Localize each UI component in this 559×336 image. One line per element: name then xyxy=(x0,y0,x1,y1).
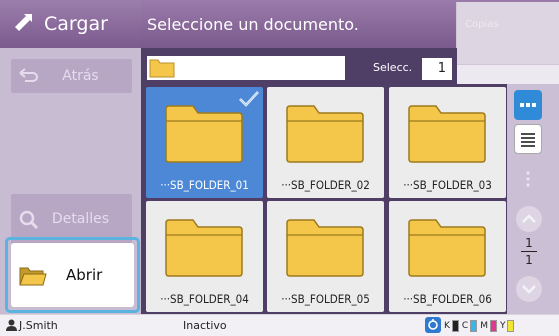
sidebar-title: Cargar xyxy=(44,13,108,35)
sidebar-header: Cargar xyxy=(0,0,141,48)
main-header: Seleccione un documento. Copias xyxy=(141,0,559,65)
folder-name: ···SB_FOLDER_05 xyxy=(281,292,370,306)
ink-m-label: M xyxy=(480,321,488,331)
user-icon xyxy=(6,319,17,334)
folder-icon xyxy=(149,58,175,82)
ink-k-label: K xyxy=(444,321,450,331)
folder-name: ···SB_FOLDER_02 xyxy=(281,178,370,192)
folder-name: ···SB_FOLDER_06 xyxy=(403,292,492,306)
ink-levels: K C M Y xyxy=(425,316,515,336)
ink-c: C xyxy=(461,320,478,332)
folder-tile[interactable]: ···SB_FOLDER_02 xyxy=(267,87,384,198)
folder-tile[interactable]: ···SB_FOLDER_05 xyxy=(267,201,384,312)
ink-y-label: Y xyxy=(499,321,506,331)
folder-name: ···SB_FOLDER_01 xyxy=(160,178,249,192)
path-bar: Selecc. 1 xyxy=(141,48,457,84)
folder-name: ···SB_FOLDER_03 xyxy=(403,178,492,192)
folder-tile[interactable]: ···SB_FOLDER_04 xyxy=(146,201,263,312)
folder-tile[interactable]: ···SB_FOLDER_01 xyxy=(146,87,263,198)
open-button[interactable]: Abrir xyxy=(11,243,134,307)
folder-icon xyxy=(286,105,364,167)
select-count-label: Selecc. xyxy=(373,61,413,74)
page-title: Seleccione un documento. xyxy=(147,15,359,34)
more-options-button[interactable] xyxy=(514,166,542,192)
open-button-label: Abrir xyxy=(66,266,103,284)
thumbnail-view-button[interactable] xyxy=(514,90,542,120)
total-pages: 1 xyxy=(525,253,533,267)
ink-y-bar xyxy=(507,320,515,332)
folder-icon xyxy=(408,105,486,167)
current-page: 1 xyxy=(525,236,533,250)
copies-button-label: Copias xyxy=(465,19,499,30)
view-controls: 1 1 xyxy=(507,84,559,314)
back-button-label: Atrás xyxy=(62,68,99,84)
folder-grid: ···SB_FOLDER_01 ···SB_FOLDER_02 ···SB_FO… xyxy=(141,84,507,314)
list-view-button[interactable] xyxy=(514,124,542,154)
path-field[interactable] xyxy=(147,56,345,80)
user-indicator[interactable]: J.Smith xyxy=(6,319,58,334)
select-count-value: 1 xyxy=(422,58,452,80)
folder-name: ···SB_FOLDER_04 xyxy=(160,292,249,306)
upload-icon xyxy=(12,10,36,38)
open-button-focus-ring: Abrir xyxy=(5,237,140,313)
chevron-up-icon xyxy=(516,214,542,236)
chevron-down-icon xyxy=(516,285,542,306)
folder-icon xyxy=(165,219,243,281)
ink-c-bar xyxy=(470,320,478,332)
copies-button[interactable]: Copias xyxy=(456,2,559,65)
folder-icon xyxy=(408,219,486,281)
page-divider xyxy=(521,251,537,252)
folder-icon xyxy=(165,105,243,167)
printer-status-icon xyxy=(425,316,441,336)
machine-status: Inactivo xyxy=(183,319,227,332)
ink-k: K xyxy=(444,320,459,332)
thumbnail-view-icon xyxy=(514,103,542,124)
page-up-button[interactable] xyxy=(516,206,542,232)
page-down-button[interactable] xyxy=(516,276,542,302)
ink-y: Y xyxy=(500,320,515,332)
page-indicator: 1 1 xyxy=(516,236,542,267)
folder-tile[interactable]: ···SB_FOLDER_03 xyxy=(389,87,506,198)
list-view-icon xyxy=(515,133,541,157)
ink-k-bar xyxy=(451,320,459,332)
back-button[interactable]: Atrás xyxy=(10,58,133,94)
folder-tile[interactable]: ···SB_FOLDER_06 xyxy=(389,201,506,312)
status-bar: J.Smith Inactivo K C M Y xyxy=(0,314,559,336)
sidebar: Cargar Atrás Detalles Abrir xyxy=(0,0,141,314)
folder-open-icon xyxy=(19,265,47,291)
ink-c-label: C xyxy=(461,321,469,331)
details-button-label: Detalles xyxy=(51,211,110,227)
ink-m: M xyxy=(480,320,497,332)
folder-icon xyxy=(286,219,364,281)
ink-m-bar xyxy=(489,320,497,332)
user-name: J.Smith xyxy=(19,319,58,332)
